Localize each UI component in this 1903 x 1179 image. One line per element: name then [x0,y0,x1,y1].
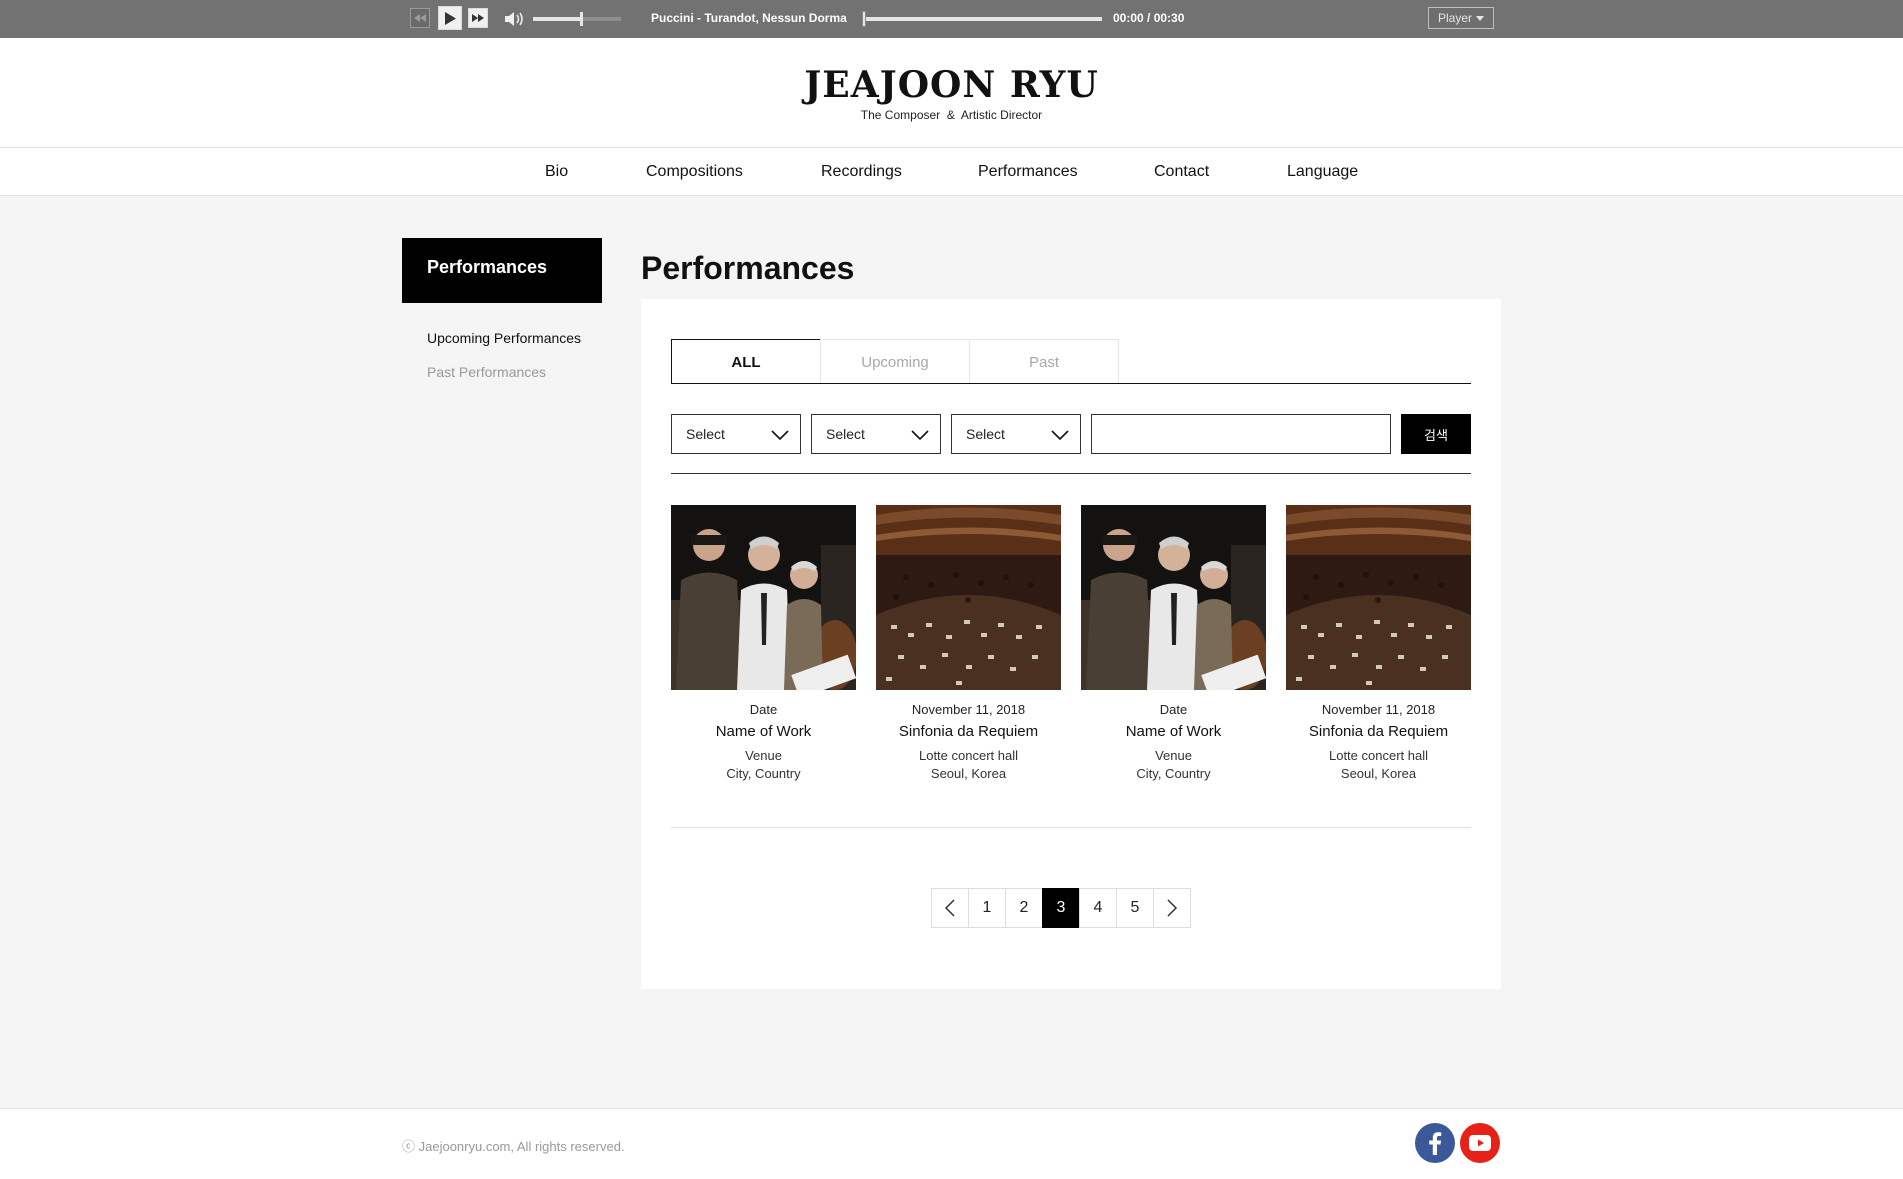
list-divider [671,827,1471,828]
main-navigation: Bio Compositions Recordings Performances… [0,147,1903,196]
card-city: Seoul, Korea [1340,766,1417,781]
site-footer: ⓒ Jaejoonryu.com, All rights reserved. [0,1108,1903,1179]
rewind-button[interactable] [410,8,430,28]
seek-bar-handle[interactable] [862,11,866,27]
next-page-button[interactable] [1153,888,1191,928]
volume-slider[interactable] [533,12,621,26]
chevron-left-icon [944,899,955,917]
nav-item-recordings[interactable]: Recordings [821,163,902,181]
seek-bar[interactable] [862,17,1102,21]
player-menu-label: Player [1437,11,1472,25]
card-venue: Venue [1155,748,1192,763]
sidebar-link-past[interactable]: Past Performances [427,364,546,380]
card-date: November 11, 2018 [911,702,1026,717]
card-city: City, Country [726,766,801,781]
caret-down-icon [1476,15,1484,21]
card-city: Seoul, Korea [930,766,1007,781]
filters-divider [671,473,1471,474]
filter-select-2-value: Select [826,426,865,442]
page-button-current[interactable]: 3 [1042,888,1080,928]
page-button[interactable]: 5 [1116,888,1154,928]
filter-select-1[interactable]: Select [671,414,801,454]
now-playing-title: Puccini - Turandot, Nessun Dorma [651,11,847,25]
prev-page-button[interactable] [931,888,969,928]
tabs-divider [671,383,1471,384]
nav-item-performances[interactable]: Performances [978,163,1078,181]
sidebar-title: Performances [402,238,602,303]
performance-card[interactable]: November 11, 2018 Sinfonia da Requiem Lo… [1286,505,1471,781]
youtube-link[interactable] [1460,1123,1500,1163]
site-tagline: The Composer & Artistic Director [860,108,1043,122]
sidebar-link-upcoming[interactable]: Upcoming Performances [427,330,581,346]
performance-card[interactable]: November 11, 2018 Sinfonia da Requiem Lo… [876,505,1061,781]
volume-slider-fill [533,17,582,21]
page-button[interactable]: 1 [968,888,1006,928]
play-icon [445,11,456,25]
time-display: 00:00 / 00:30 [1113,11,1185,25]
fast-forward-button[interactable] [468,8,488,28]
card-venue: Venue [745,748,782,763]
card-venue: Lotte concert hall [918,748,1018,763]
orchestra-photo [1286,505,1471,690]
card-city: City, Country [1136,766,1211,781]
performance-card[interactable]: Date Name of Work Venue City, Country [671,505,856,781]
page-button[interactable]: 2 [1005,888,1043,928]
performance-card[interactable]: Date Name of Work Venue City, Country [1081,505,1266,781]
nav-item-bio[interactable]: Bio [545,163,568,181]
nav-item-contact[interactable]: Contact [1154,163,1209,181]
facebook-link[interactable] [1415,1123,1455,1163]
chevron-right-icon [1167,899,1178,917]
audio-player-bar: Puccini - Turandot, Nessun Dorma 00:00 /… [0,0,1903,38]
filter-select-3[interactable]: Select [951,414,1081,454]
nav-item-language[interactable]: Language [1287,163,1358,181]
tab-upcoming[interactable]: Upcoming [820,339,970,384]
nav-item-compositions[interactable]: Compositions [646,163,743,181]
card-title[interactable]: Sinfonia da Requiem [1286,723,1471,740]
play-button[interactable] [438,6,462,30]
rewind-icon [414,14,426,22]
trio-photo [1081,505,1266,690]
player-menu-button[interactable]: Player [1428,7,1494,29]
tab-all[interactable]: ALL [671,339,821,384]
site-logo[interactable]: JEAJOON RYU [0,64,1903,106]
site-header: JEAJOON RYU The Composer & Artistic Dire… [0,38,1903,147]
chevron-down-icon [911,430,929,441]
search-button[interactable]: 검색 [1401,414,1471,454]
page-button[interactable]: 4 [1079,888,1117,928]
filter-select-1-value: Select [686,426,725,442]
card-venue: Lotte concert hall [1328,748,1428,763]
youtube-icon [1469,1135,1491,1151]
volume-icon[interactable] [504,10,526,28]
page-title: Performances [641,250,855,286]
card-title[interactable]: Sinfonia da Requiem [876,723,1061,740]
filter-select-3-value: Select [966,426,1005,442]
orchestra-photo [876,505,1061,690]
card-title[interactable]: Name of Work [1081,723,1266,740]
volume-slider-handle[interactable] [580,12,584,26]
card-date: November 11, 2018 [1321,702,1436,717]
facebook-icon [1429,1132,1442,1155]
chevron-down-icon [1051,430,1069,441]
card-date: Date [749,702,778,717]
chevron-down-icon [771,430,789,441]
card-title[interactable]: Name of Work [671,723,856,740]
search-input[interactable] [1091,414,1391,454]
tab-past[interactable]: Past [969,339,1119,384]
pagination: 1 2 3 4 5 [931,888,1191,928]
card-date: Date [1159,702,1188,717]
fast-forward-icon [472,14,484,22]
copyright-text: ⓒ Jaejoonryu.com, All rights reserved. [402,1139,625,1154]
trio-photo [671,505,856,690]
filter-select-2[interactable]: Select [811,414,941,454]
